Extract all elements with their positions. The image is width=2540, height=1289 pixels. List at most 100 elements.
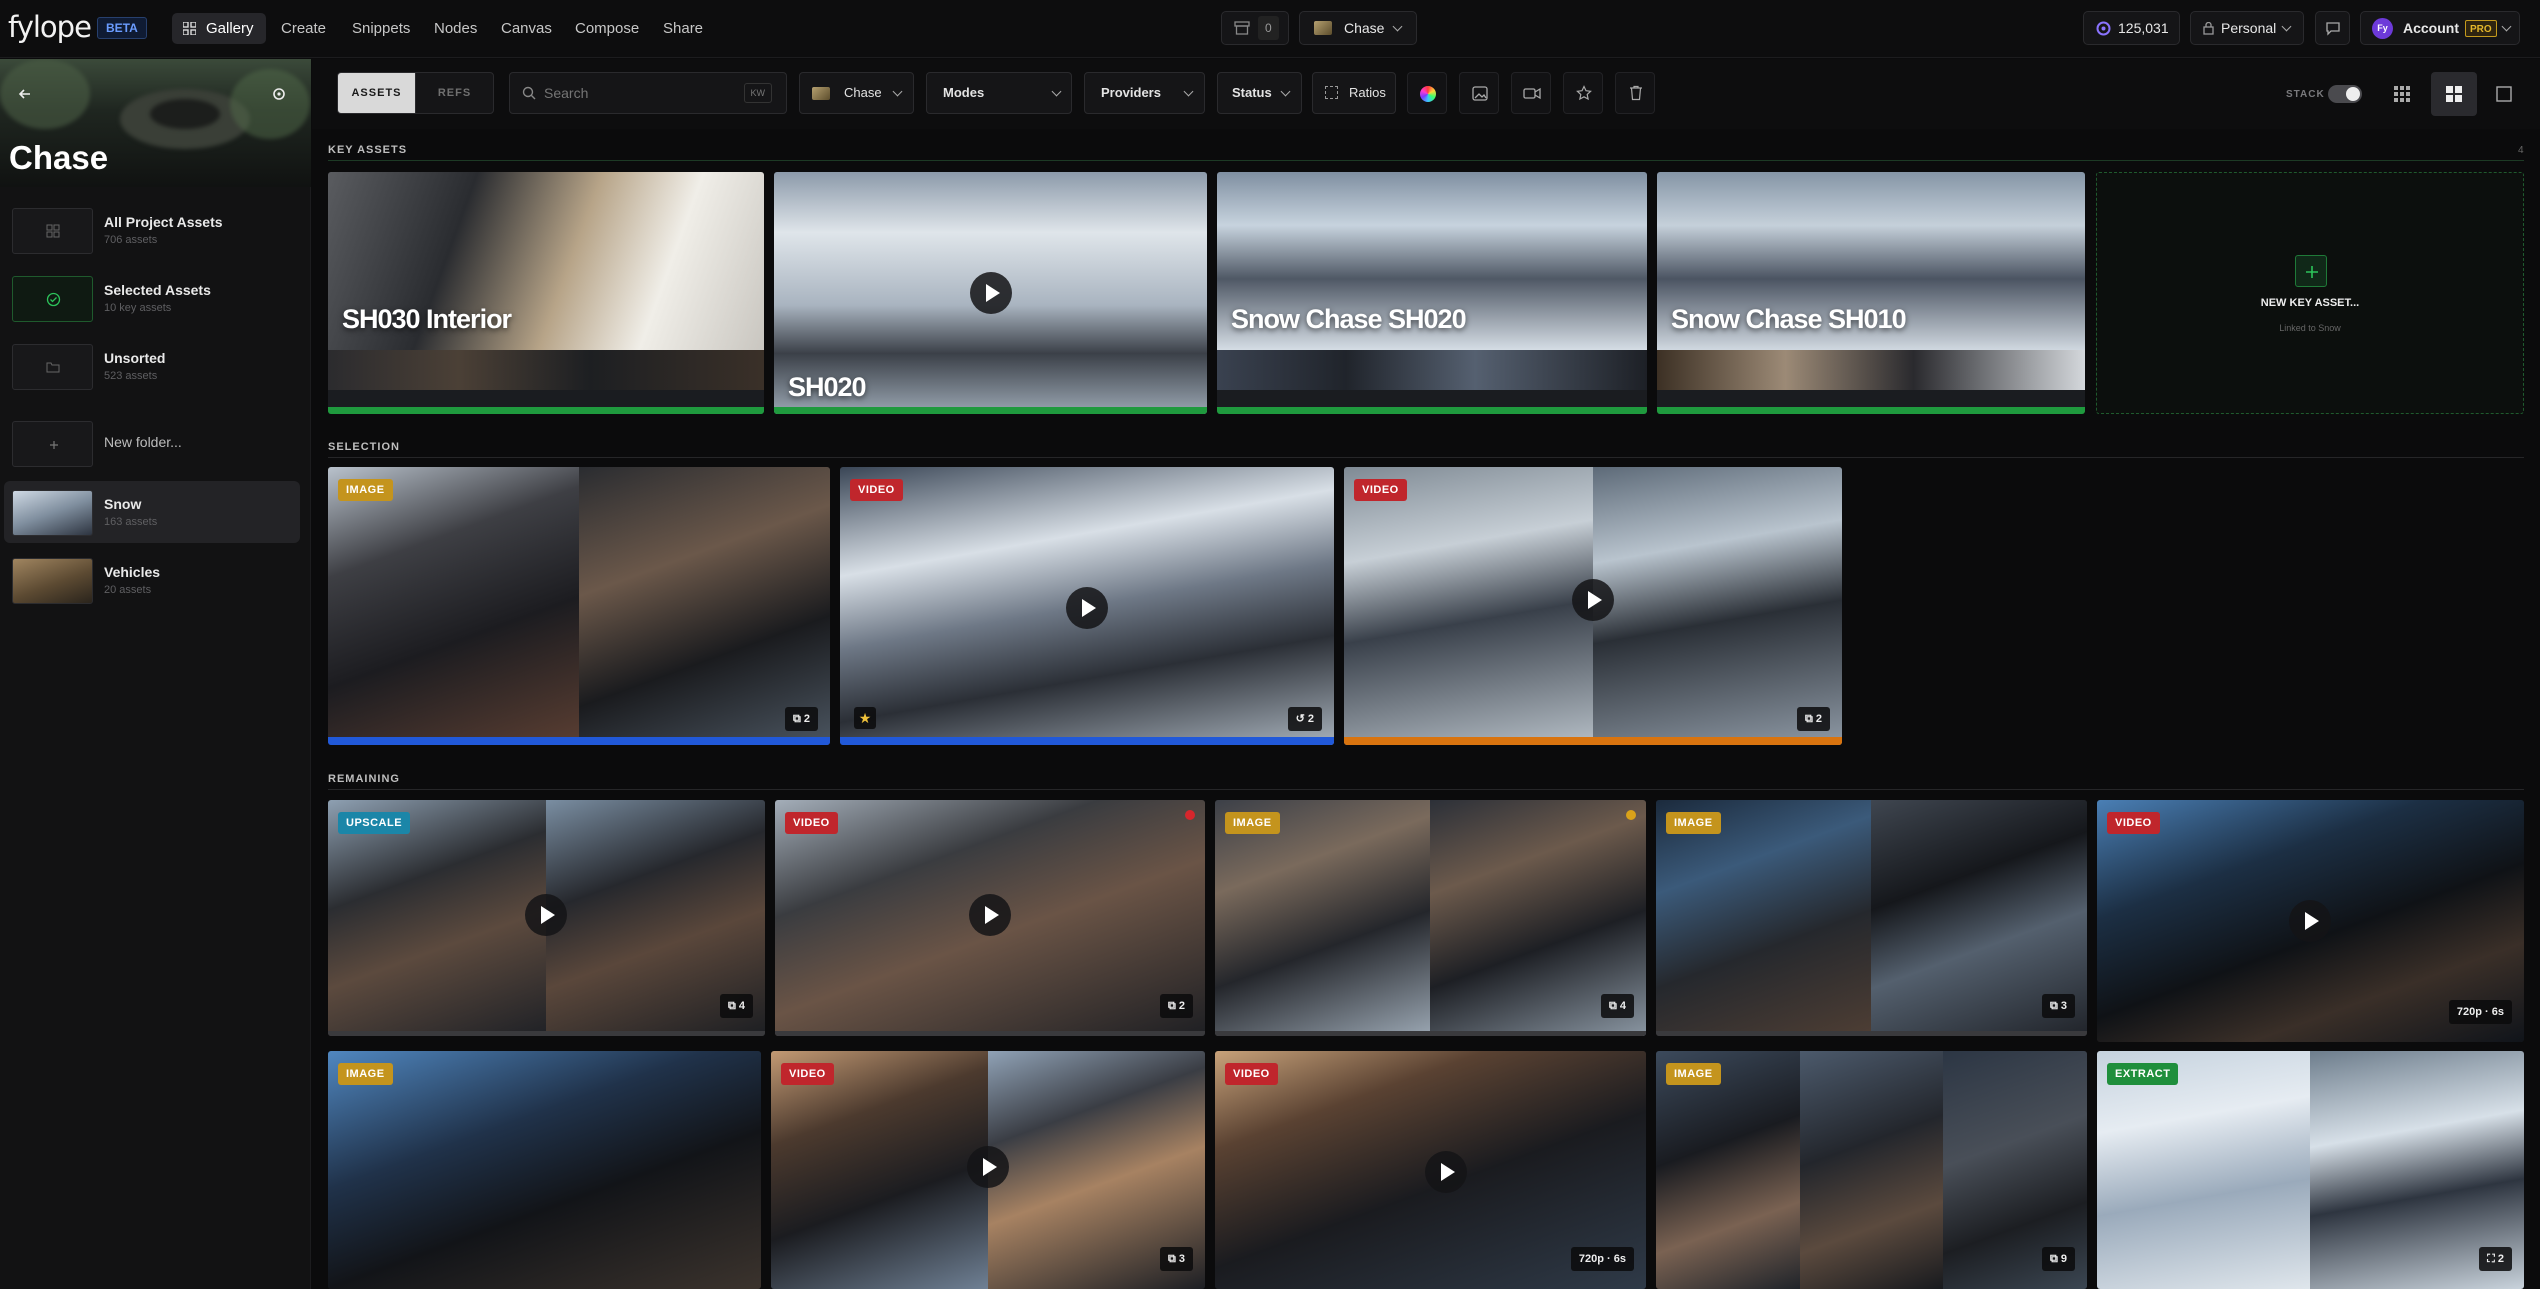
queue-button[interactable]: 0	[1221, 11, 1289, 45]
back-button[interactable]	[12, 81, 38, 107]
stack-count-value: 4	[738, 1000, 745, 1012]
stack-toggle[interactable]	[2328, 85, 2362, 103]
key-asset-card[interactable]: SH030 Interior	[328, 172, 764, 414]
key-asset-title: Snow Chase SH010	[1671, 304, 1907, 334]
nav-nodes[interactable]: Nodes	[434, 13, 477, 44]
play-icon[interactable]	[525, 894, 567, 936]
search-icon	[522, 86, 536, 100]
video-filter-button[interactable]	[1511, 72, 1551, 114]
asset-card[interactable]: VIDEO ⧉ 2	[775, 800, 1205, 1036]
asset-card[interactable]: IMAGE ⧉ 4	[1215, 800, 1646, 1036]
view-small-grid-button[interactable]	[2382, 74, 2422, 114]
trash-filter-button[interactable]	[1615, 72, 1655, 114]
folder-thumbnail	[12, 490, 93, 536]
asset-card[interactable]: VIDEO 720p · 6s	[1215, 1051, 1646, 1289]
nav-create[interactable]: Create	[281, 13, 326, 44]
asset-image	[328, 1051, 761, 1289]
key-asset-card[interactable]: SH020	[774, 172, 1207, 414]
stack-count-value: 3	[2060, 1000, 2067, 1012]
sidebar-item-vehicles[interactable]: Vehicles 20 assets	[4, 549, 300, 611]
trash-icon	[1630, 85, 1642, 101]
key-asset-title: SH030 Interior	[342, 304, 512, 334]
play-icon[interactable]	[967, 1146, 1009, 1188]
credits-value: 125,031	[2118, 20, 2169, 36]
play-icon[interactable]	[2289, 900, 2331, 942]
asset-card[interactable]: IMAGE ⧉ 9	[1656, 1051, 2087, 1289]
key-asset-card[interactable]: Snow Chase SH010	[1657, 172, 2085, 414]
play-icon[interactable]	[970, 272, 1012, 314]
asset-image	[328, 467, 579, 745]
status-filter[interactable]: Status	[1217, 72, 1302, 114]
workspace-selector[interactable]: Personal	[2190, 11, 2304, 45]
project-selector[interactable]: Chase	[1299, 11, 1417, 45]
new-key-asset-button[interactable]: NEW KEY ASSET... Linked to Snow	[2096, 172, 2524, 414]
asset-image	[1344, 467, 1593, 745]
chevron-down-icon	[1183, 86, 1194, 97]
nav-snippets[interactable]: Snippets	[352, 13, 410, 44]
sidebar-item-unsorted[interactable]: Unsorted 523 assets	[4, 335, 300, 397]
tab-refs[interactable]: REFS	[415, 72, 494, 114]
image-filter-button[interactable]	[1459, 72, 1499, 114]
check-circle-icon	[12, 276, 93, 322]
type-badge: VIDEO	[785, 812, 838, 834]
ratios-filter[interactable]: Ratios	[1312, 72, 1396, 114]
fylope-logo[interactable]: fylope	[8, 10, 92, 44]
providers-filter[interactable]: Providers	[1084, 72, 1205, 114]
pro-badge: PRO	[2465, 20, 2497, 37]
new-folder-button[interactable]: New folder...	[4, 412, 300, 474]
sidebar-item-count: 20 assets	[104, 584, 152, 596]
asset-card[interactable]: EXTRACT ⛶ 2	[2097, 1051, 2524, 1289]
asset-card[interactable]: VIDEO ⧉ 3	[771, 1051, 1205, 1289]
sidebar: Chase All Project Assets 706 assets Sele…	[0, 59, 311, 1289]
sidebar-item-count: 10 key assets	[104, 302, 172, 314]
nav-share[interactable]: Share	[663, 13, 703, 44]
stack-icon: ⧉	[727, 1000, 739, 1012]
favorites-filter-button[interactable]	[1563, 72, 1603, 114]
search-box[interactable]: KW	[509, 72, 787, 114]
sidebar-item-selected-assets[interactable]: Selected Assets 10 key assets	[4, 267, 300, 329]
asset-card[interactable]: ★ VIDEO ↺ 2	[840, 467, 1334, 745]
type-badge: IMAGE	[1666, 1063, 1721, 1085]
color-filter-button[interactable]	[1407, 72, 1447, 114]
tab-assets[interactable]: ASSETS	[337, 72, 416, 114]
play-icon[interactable]	[1425, 1151, 1467, 1193]
section-divider	[328, 160, 2524, 161]
asset-card[interactable]: IMAGE	[328, 1051, 761, 1289]
star-icon[interactable]: ★	[854, 707, 876, 729]
key-asset-card[interactable]: Snow Chase SH020	[1217, 172, 1647, 414]
asset-card[interactable]: UPSCALE ⧉ 4	[328, 800, 765, 1036]
play-icon[interactable]	[969, 894, 1011, 936]
section-label-selection: SELECTION	[328, 441, 400, 453]
asset-card[interactable]: IMAGE ⧉ 2	[328, 467, 830, 745]
search-input[interactable]	[544, 81, 734, 105]
view-medium-grid-button[interactable]	[2431, 72, 2477, 116]
play-icon[interactable]	[1572, 579, 1614, 621]
sidebar-item-all-assets[interactable]: All Project Assets 706 assets	[4, 199, 300, 261]
project-thumb	[812, 87, 830, 100]
account-menu[interactable]: Fy Account PRO	[2360, 11, 2520, 45]
stack-count-value: 2	[1178, 1000, 1185, 1012]
nav-canvas[interactable]: Canvas	[501, 13, 552, 44]
stack-icon: ⧉	[2049, 1000, 2061, 1012]
view-large-button[interactable]	[2484, 74, 2524, 114]
play-icon[interactable]	[1066, 587, 1108, 629]
stack-count: ⧉ 3	[2041, 994, 2075, 1018]
messages-button[interactable]	[2315, 11, 2350, 45]
project-filter[interactable]: Chase	[799, 72, 914, 114]
nav-compose[interactable]: Compose	[575, 13, 639, 44]
stack-count: ⧉ 2	[1796, 707, 1830, 731]
project-thumb	[1314, 21, 1332, 35]
type-badge: VIDEO	[781, 1063, 834, 1085]
credits-display[interactable]: 125,031	[2083, 11, 2180, 45]
asset-image	[1656, 800, 1871, 1036]
selection-bar	[1344, 737, 1842, 745]
stack-count: ⧉ 4	[719, 994, 753, 1018]
project-settings-button[interactable]	[266, 81, 292, 107]
nav-gallery[interactable]: Gallery	[172, 13, 266, 44]
asset-card[interactable]: VIDEO 720p · 6s	[2097, 800, 2524, 1042]
modes-filter[interactable]: Modes	[926, 72, 1072, 114]
sidebar-item-label: All Project Assets	[104, 214, 223, 230]
sidebar-item-snow[interactable]: Snow 163 assets	[4, 481, 300, 543]
asset-card[interactable]: VIDEO ⧉ 2	[1344, 467, 1842, 745]
asset-card[interactable]: IMAGE ⧉ 3	[1656, 800, 2087, 1036]
